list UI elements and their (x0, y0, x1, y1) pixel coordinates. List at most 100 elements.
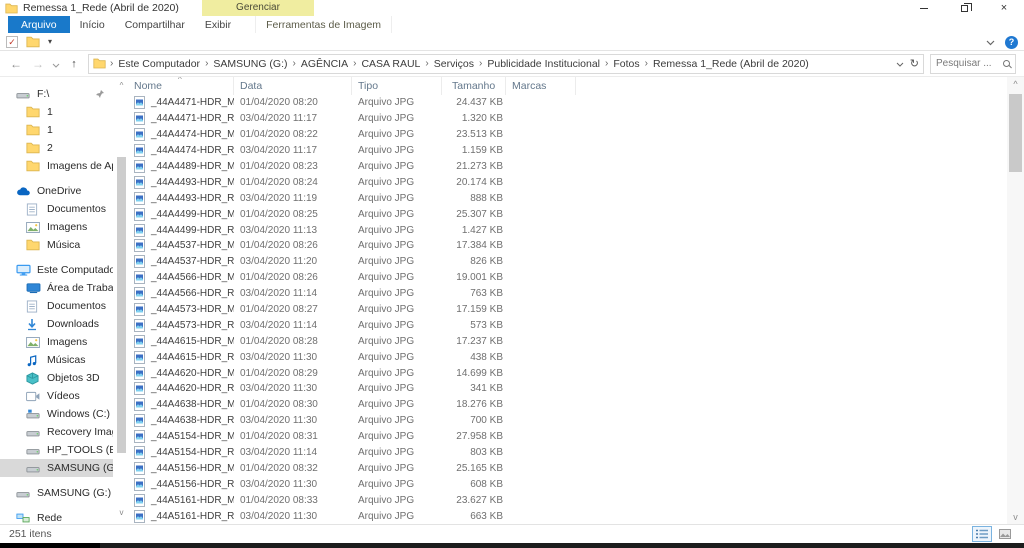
breadcrumb-item[interactable]: Remessa 1_Rede (Abril de 2020) (650, 58, 812, 70)
breadcrumb-item[interactable]: Serviços (431, 58, 477, 70)
up-button[interactable]: ↑ (66, 58, 82, 70)
sidebar-item-musica[interactable]: Música (0, 236, 113, 254)
thumbnails-view-button[interactable] (995, 526, 1015, 542)
restore-button[interactable] (944, 0, 984, 16)
file-row[interactable]: _44A4573-HDR_MI01/04/2020 08:27Arquivo J… (130, 302, 1007, 318)
scroll-up-icon[interactable]: ^ (116, 81, 127, 91)
search-icon[interactable] (1003, 60, 1010, 67)
recent-locations-icon[interactable] (52, 55, 60, 73)
properties-icon[interactable]: ✓ (6, 36, 18, 48)
sidebar-item-onedrive[interactable]: OneDrive (0, 182, 113, 200)
scrollbar-thumb[interactable] (1009, 94, 1022, 172)
tab-compartilhar[interactable]: Compartilhar (115, 16, 195, 33)
file-row[interactable]: _44A4638-HDR_RS03/04/2020 11:30Arquivo J… (130, 413, 1007, 429)
file-row[interactable]: _44A5161-HDR_MI01/04/2020 08:33Arquivo J… (130, 492, 1007, 508)
scrollbar-thumb[interactable] (117, 157, 126, 453)
file-row[interactable]: _44A4493-HDR_RS03/04/2020 11:19Arquivo J… (130, 190, 1007, 206)
tab-arquivo[interactable]: Arquivo (8, 16, 70, 33)
sidebar-item-hp-tools-e[interactable]: HP_TOOLS (E:) (0, 441, 113, 459)
sidebar-item-documentos[interactable]: Documentos (0, 200, 113, 218)
file-row[interactable]: _44A5161-HDR_RS03/04/2020 11:30Arquivo J… (130, 508, 1007, 524)
expand-ribbon-icon[interactable] (986, 33, 995, 51)
sidebar-item-imagens[interactable]: Imagens (0, 333, 113, 351)
breadcrumb-item[interactable]: Este Computador (115, 58, 203, 70)
sidebar-item-area-de-trabalho[interactable]: Área de Trabalho (0, 279, 113, 297)
file-row[interactable]: _44A4638-HDR_MI01/04/2020 08:30Arquivo J… (130, 397, 1007, 413)
forward-button[interactable]: → (30, 57, 46, 71)
column-header-marcas[interactable]: Marcas (506, 77, 576, 95)
column-header-tamanho[interactable]: Tamanho (442, 77, 506, 95)
close-button[interactable]: × (984, 0, 1024, 16)
file-row[interactable]: _44A4573-HDR_RS03/04/2020 11:14Arquivo J… (130, 317, 1007, 333)
contextual-tab-header[interactable]: Gerenciar (202, 0, 314, 16)
minimize-button[interactable] (904, 0, 944, 16)
sidebar-item-samsung-g[interactable]: SAMSUNG (G:) (0, 459, 113, 477)
help-icon[interactable]: ? (1005, 36, 1018, 49)
breadcrumb-item[interactable]: AGÊNCIA (298, 58, 351, 70)
file-row[interactable]: _44A4471-HDR_RS03/04/2020 11:17Arquivo J… (130, 111, 1007, 127)
tab-exibir[interactable]: Exibir (195, 16, 241, 33)
sidebar-item-videos[interactable]: Vídeos (0, 387, 113, 405)
column-header-nome[interactable]: Nome ^ (130, 77, 234, 95)
breadcrumb-item[interactable]: Publicidade Institucional (484, 58, 603, 70)
refresh-icon[interactable]: ↻ (910, 57, 919, 70)
sidebar-item-imagens[interactable]: Imagens (0, 218, 113, 236)
sidebar-item-este-computador[interactable]: Este Computador (0, 261, 113, 279)
address-dropdown-icon[interactable] (896, 58, 904, 70)
sidebar-item-rede[interactable]: Rede (0, 509, 113, 524)
file-row[interactable]: _44A4615-HDR_MI01/04/2020 08:28Arquivo J… (130, 333, 1007, 349)
breadcrumb-item[interactable]: SAMSUNG (G:) (210, 58, 290, 70)
tab-inicio[interactable]: Início (70, 16, 115, 33)
details-view-button[interactable] (972, 526, 992, 542)
jpg-file-icon (134, 446, 146, 459)
document-icon (26, 203, 41, 216)
scroll-down-icon[interactable]: v (116, 508, 127, 518)
column-header-tipo[interactable]: Tipo (352, 77, 442, 95)
sidebar-scrollbar[interactable]: ^ v (116, 81, 127, 518)
new-folder-icon[interactable] (26, 36, 40, 48)
file-row[interactable]: _44A4471-HDR_MI01/04/2020 08:20Arquivo J… (130, 95, 1007, 111)
sidebar-item-f[interactable]: F:\ (0, 85, 113, 103)
file-row[interactable]: _44A5156-HDR_MI01/04/2020 08:32Arquivo J… (130, 460, 1007, 476)
sidebar-item-windows-c[interactable]: Windows (C:) (0, 405, 113, 423)
sidebar-item-samsung-g[interactable]: SAMSUNG (G:) (0, 484, 113, 502)
file-row[interactable]: _44A4537-HDR_RS03/04/2020 11:20Arquivo J… (130, 254, 1007, 270)
file-row[interactable]: _44A4474-HDR_MI01/04/2020 08:22Arquivo J… (130, 127, 1007, 143)
breadcrumb-item[interactable]: CASA RAUL (358, 58, 423, 70)
file-row[interactable]: _44A4489-HDR_MI01/04/2020 08:23Arquivo J… (130, 159, 1007, 175)
search-input[interactable] (936, 58, 1000, 69)
sidebar-item-downloads[interactable]: Downloads (0, 315, 113, 333)
file-row[interactable]: _44A4566-HDR_MI01/04/2020 08:26Arquivo J… (130, 270, 1007, 286)
sidebar-item-1[interactable]: 1 (0, 121, 113, 139)
breadcrumb[interactable]: ›Este Computador›SAMSUNG (G:)›AGÊNCIA›CA… (88, 54, 924, 74)
file-list-scrollbar[interactable]: ^ v (1007, 77, 1024, 524)
file-row[interactable]: _44A4499-HDR_MI01/04/2020 08:25Arquivo J… (130, 206, 1007, 222)
sidebar-item-recovery-image[interactable]: Recovery Image (0, 423, 113, 441)
file-row[interactable]: _44A4620-HDR_RS03/04/2020 11:30Arquivo J… (130, 381, 1007, 397)
scroll-down-icon[interactable]: v (1007, 510, 1024, 524)
file-row[interactable]: _44A4620-HDR_MI01/04/2020 08:29Arquivo J… (130, 365, 1007, 381)
sidebar-item-2[interactable]: 2 (0, 139, 113, 157)
file-row[interactable]: _44A5154-HDR_RS03/04/2020 11:14Arquivo J… (130, 445, 1007, 461)
sidebar-item-label: Windows (C:) (47, 408, 110, 420)
customize-toolbar-icon[interactable]: ▾ (48, 37, 52, 46)
file-row[interactable]: _44A4566-HDR_RS03/04/2020 11:14Arquivo J… (130, 286, 1007, 302)
file-row[interactable]: _44A5156-HDR_RS03/04/2020 11:30Arquivo J… (130, 476, 1007, 492)
breadcrumb-item[interactable]: Fotos (610, 58, 642, 70)
back-button[interactable]: ← (8, 57, 24, 71)
sidebar-item-imagens-de-apo[interactable]: Imagens de Apo (0, 157, 113, 175)
sidebar-item-1[interactable]: 1 (0, 103, 113, 121)
file-row[interactable]: _44A4615-HDR_RS03/04/2020 11:30Arquivo J… (130, 349, 1007, 365)
scroll-up-icon[interactable]: ^ (1007, 77, 1024, 91)
file-name: _44A4566-HDR_RS (151, 288, 234, 299)
file-row[interactable]: _44A4474-HDR_RS03/04/2020 11:17Arquivo J… (130, 143, 1007, 159)
tab-ferramentas-de-imagem[interactable]: Ferramentas de Imagem (255, 16, 392, 33)
sidebar-item-objetos-3d[interactable]: Objetos 3D (0, 369, 113, 387)
column-header-data[interactable]: Data (234, 77, 352, 95)
file-row[interactable]: _44A4499-HDR_RS03/04/2020 11:13Arquivo J… (130, 222, 1007, 238)
sidebar-item-musicas[interactable]: Músicas (0, 351, 113, 369)
file-row[interactable]: _44A4493-HDR_MI01/04/2020 08:24Arquivo J… (130, 174, 1007, 190)
sidebar-item-documentos[interactable]: Documentos (0, 297, 113, 315)
file-row[interactable]: _44A5154-HDR_MI01/04/2020 08:31Arquivo J… (130, 429, 1007, 445)
file-row[interactable]: _44A4537-HDR_MI01/04/2020 08:26Arquivo J… (130, 238, 1007, 254)
